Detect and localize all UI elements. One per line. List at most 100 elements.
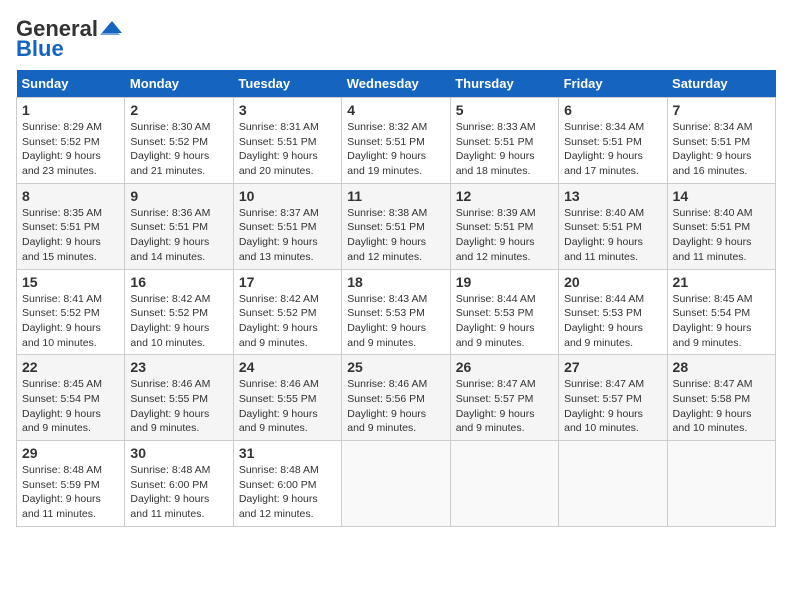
calendar-day-cell bbox=[342, 441, 450, 527]
day-sunset: Sunset: 5:56 PM bbox=[347, 393, 425, 405]
calendar-day-cell: 22 Sunrise: 8:45 AM Sunset: 5:54 PM Dayl… bbox=[17, 355, 125, 441]
day-sunrise: Sunrise: 8:46 AM bbox=[239, 378, 319, 390]
day-sunset: Sunset: 5:51 PM bbox=[456, 136, 534, 148]
day-daylight: Daylight: 9 hours and 12 minutes. bbox=[347, 236, 426, 263]
day-number: 9 bbox=[130, 188, 227, 204]
day-number: 3 bbox=[239, 102, 336, 118]
calendar-day-cell: 23 Sunrise: 8:46 AM Sunset: 5:55 PM Dayl… bbox=[125, 355, 233, 441]
day-number: 13 bbox=[564, 188, 661, 204]
day-daylight: Daylight: 9 hours and 9 minutes. bbox=[239, 322, 318, 349]
day-sunrise: Sunrise: 8:39 AM bbox=[456, 207, 536, 219]
day-number: 30 bbox=[130, 445, 227, 461]
day-daylight: Daylight: 9 hours and 11 minutes. bbox=[130, 493, 209, 520]
calendar-day-cell: 18 Sunrise: 8:43 AM Sunset: 5:53 PM Dayl… bbox=[342, 269, 450, 355]
day-sunrise: Sunrise: 8:46 AM bbox=[130, 378, 210, 390]
day-sunset: Sunset: 5:51 PM bbox=[673, 136, 751, 148]
day-sunrise: Sunrise: 8:43 AM bbox=[347, 293, 427, 305]
day-number: 4 bbox=[347, 102, 444, 118]
day-daylight: Daylight: 9 hours and 9 minutes. bbox=[239, 408, 318, 435]
calendar-day-header: Thursday bbox=[450, 70, 558, 98]
day-sunrise: Sunrise: 8:45 AM bbox=[22, 378, 102, 390]
day-number: 20 bbox=[564, 274, 661, 290]
calendar-day-cell: 7 Sunrise: 8:34 AM Sunset: 5:51 PM Dayli… bbox=[667, 98, 775, 184]
day-sunset: Sunset: 5:54 PM bbox=[22, 393, 100, 405]
day-sunrise: Sunrise: 8:47 AM bbox=[456, 378, 536, 390]
day-sunset: Sunset: 5:55 PM bbox=[239, 393, 317, 405]
calendar-day-header: Saturday bbox=[667, 70, 775, 98]
logo-blue: Blue bbox=[16, 36, 64, 62]
calendar-day-cell: 10 Sunrise: 8:37 AM Sunset: 5:51 PM Dayl… bbox=[233, 183, 341, 269]
day-sunrise: Sunrise: 8:29 AM bbox=[22, 121, 102, 133]
day-sunset: Sunset: 5:51 PM bbox=[239, 221, 317, 233]
calendar-day-header: Friday bbox=[559, 70, 667, 98]
calendar-table: SundayMondayTuesdayWednesdayThursdayFrid… bbox=[16, 70, 776, 527]
day-sunset: Sunset: 5:53 PM bbox=[564, 307, 642, 319]
calendar-body: 1 Sunrise: 8:29 AM Sunset: 5:52 PM Dayli… bbox=[17, 98, 776, 527]
calendar-day-header: Wednesday bbox=[342, 70, 450, 98]
day-sunrise: Sunrise: 8:30 AM bbox=[130, 121, 210, 133]
day-daylight: Daylight: 9 hours and 11 minutes. bbox=[22, 493, 101, 520]
day-daylight: Daylight: 9 hours and 9 minutes. bbox=[22, 408, 101, 435]
day-daylight: Daylight: 9 hours and 12 minutes. bbox=[456, 236, 535, 263]
day-sunrise: Sunrise: 8:45 AM bbox=[673, 293, 753, 305]
day-daylight: Daylight: 9 hours and 12 minutes. bbox=[239, 493, 318, 520]
day-sunrise: Sunrise: 8:46 AM bbox=[347, 378, 427, 390]
day-sunrise: Sunrise: 8:35 AM bbox=[22, 207, 102, 219]
day-sunrise: Sunrise: 8:36 AM bbox=[130, 207, 210, 219]
day-number: 14 bbox=[673, 188, 770, 204]
day-sunset: Sunset: 6:00 PM bbox=[239, 479, 317, 491]
calendar-day-cell: 15 Sunrise: 8:41 AM Sunset: 5:52 PM Dayl… bbox=[17, 269, 125, 355]
day-sunrise: Sunrise: 8:40 AM bbox=[673, 207, 753, 219]
day-sunrise: Sunrise: 8:32 AM bbox=[347, 121, 427, 133]
day-daylight: Daylight: 9 hours and 11 minutes. bbox=[673, 236, 752, 263]
day-sunset: Sunset: 5:52 PM bbox=[22, 307, 100, 319]
day-daylight: Daylight: 9 hours and 15 minutes. bbox=[22, 236, 101, 263]
day-sunset: Sunset: 5:51 PM bbox=[456, 221, 534, 233]
day-number: 17 bbox=[239, 274, 336, 290]
day-daylight: Daylight: 9 hours and 9 minutes. bbox=[564, 322, 643, 349]
calendar-day-cell: 12 Sunrise: 8:39 AM Sunset: 5:51 PM Dayl… bbox=[450, 183, 558, 269]
day-daylight: Daylight: 9 hours and 9 minutes. bbox=[673, 322, 752, 349]
day-daylight: Daylight: 9 hours and 18 minutes. bbox=[456, 150, 535, 177]
day-daylight: Daylight: 9 hours and 16 minutes. bbox=[673, 150, 752, 177]
day-sunrise: Sunrise: 8:41 AM bbox=[22, 293, 102, 305]
calendar-day-cell: 9 Sunrise: 8:36 AM Sunset: 5:51 PM Dayli… bbox=[125, 183, 233, 269]
day-sunrise: Sunrise: 8:33 AM bbox=[456, 121, 536, 133]
day-number: 6 bbox=[564, 102, 661, 118]
calendar-week-row: 29 Sunrise: 8:48 AM Sunset: 5:59 PM Dayl… bbox=[17, 441, 776, 527]
calendar-day-cell: 5 Sunrise: 8:33 AM Sunset: 5:51 PM Dayli… bbox=[450, 98, 558, 184]
calendar-day-cell: 16 Sunrise: 8:42 AM Sunset: 5:52 PM Dayl… bbox=[125, 269, 233, 355]
day-number: 7 bbox=[673, 102, 770, 118]
day-sunrise: Sunrise: 8:42 AM bbox=[239, 293, 319, 305]
day-sunset: Sunset: 5:51 PM bbox=[347, 136, 425, 148]
day-number: 22 bbox=[22, 359, 119, 375]
day-daylight: Daylight: 9 hours and 10 minutes. bbox=[673, 408, 752, 435]
calendar-day-cell bbox=[559, 441, 667, 527]
calendar-day-cell: 19 Sunrise: 8:44 AM Sunset: 5:53 PM Dayl… bbox=[450, 269, 558, 355]
day-sunset: Sunset: 5:51 PM bbox=[673, 221, 751, 233]
calendar-week-row: 1 Sunrise: 8:29 AM Sunset: 5:52 PM Dayli… bbox=[17, 98, 776, 184]
day-daylight: Daylight: 9 hours and 10 minutes. bbox=[130, 322, 209, 349]
day-daylight: Daylight: 9 hours and 9 minutes. bbox=[456, 408, 535, 435]
day-daylight: Daylight: 9 hours and 9 minutes. bbox=[130, 408, 209, 435]
day-sunset: Sunset: 5:52 PM bbox=[130, 307, 208, 319]
day-sunrise: Sunrise: 8:34 AM bbox=[673, 121, 753, 133]
day-sunrise: Sunrise: 8:34 AM bbox=[564, 121, 644, 133]
calendar-week-row: 22 Sunrise: 8:45 AM Sunset: 5:54 PM Dayl… bbox=[17, 355, 776, 441]
day-number: 11 bbox=[347, 188, 444, 204]
calendar-day-cell: 4 Sunrise: 8:32 AM Sunset: 5:51 PM Dayli… bbox=[342, 98, 450, 184]
day-number: 16 bbox=[130, 274, 227, 290]
day-number: 24 bbox=[239, 359, 336, 375]
day-sunset: Sunset: 5:57 PM bbox=[564, 393, 642, 405]
day-number: 25 bbox=[347, 359, 444, 375]
day-sunset: Sunset: 5:57 PM bbox=[456, 393, 534, 405]
day-number: 12 bbox=[456, 188, 553, 204]
day-sunrise: Sunrise: 8:44 AM bbox=[564, 293, 644, 305]
day-sunrise: Sunrise: 8:48 AM bbox=[22, 464, 102, 476]
day-number: 5 bbox=[456, 102, 553, 118]
day-sunset: Sunset: 5:59 PM bbox=[22, 479, 100, 491]
day-number: 31 bbox=[239, 445, 336, 461]
day-daylight: Daylight: 9 hours and 20 minutes. bbox=[239, 150, 318, 177]
day-number: 27 bbox=[564, 359, 661, 375]
day-number: 29 bbox=[22, 445, 119, 461]
